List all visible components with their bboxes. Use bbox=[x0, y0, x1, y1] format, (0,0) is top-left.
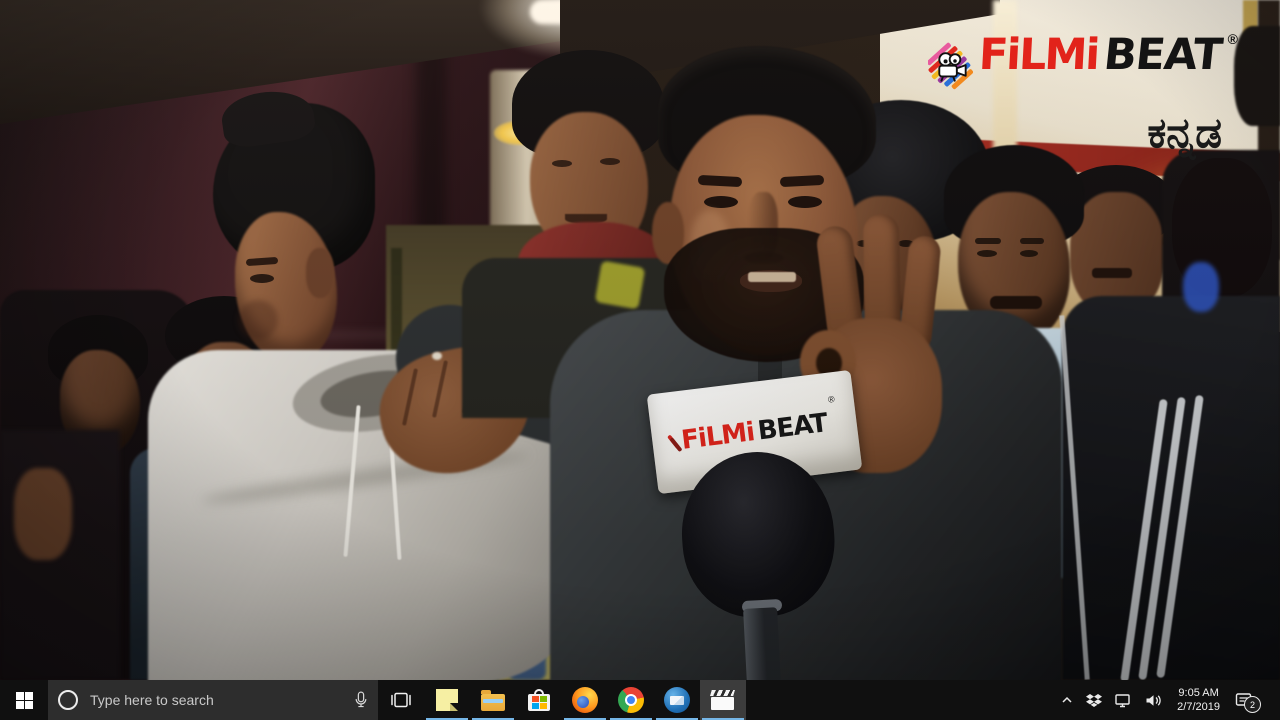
sticky-notes-icon bbox=[436, 689, 458, 711]
movies-tv-icon bbox=[710, 690, 735, 712]
microphone-icon[interactable] bbox=[354, 691, 368, 709]
cortana-icon bbox=[58, 690, 78, 710]
task-view-icon bbox=[391, 692, 411, 708]
firefox-button[interactable] bbox=[562, 680, 608, 720]
windows-logo-icon bbox=[15, 691, 33, 709]
taskbar-clock[interactable]: 9:05 AM 2/7/2019 bbox=[1173, 686, 1224, 715]
dropbox-icon[interactable] bbox=[1084, 691, 1104, 710]
taskbar-search-box[interactable] bbox=[48, 680, 378, 720]
microsoft-store-button[interactable] bbox=[516, 680, 562, 720]
thunderbird-button[interactable] bbox=[654, 680, 700, 720]
microsoft-store-icon bbox=[528, 689, 550, 711]
volume-icon[interactable] bbox=[1143, 691, 1164, 710]
notification-badge: 2 bbox=[1244, 696, 1261, 713]
watermark-brand-red: FiLMi bbox=[977, 30, 1100, 80]
video-player[interactable]: FiLMi BEAT ® ಕನ್ನಡ bbox=[0, 0, 1280, 680]
start-button[interactable] bbox=[0, 680, 48, 720]
file-explorer-button[interactable] bbox=[470, 680, 516, 720]
taskbar-app-buttons bbox=[378, 680, 746, 720]
clapperboard-top bbox=[710, 690, 735, 696]
clapperboard-body bbox=[711, 697, 734, 710]
task-view-button[interactable] bbox=[378, 680, 424, 720]
hidden-icons-chevron[interactable] bbox=[1059, 694, 1075, 706]
filmibeat-camera-icon bbox=[928, 42, 974, 90]
movies-tv-button[interactable] bbox=[700, 680, 746, 720]
windows-taskbar: 9:05 AM 2/7/2019 2 bbox=[0, 680, 1280, 720]
network-icon[interactable] bbox=[1113, 691, 1134, 710]
file-explorer-icon bbox=[481, 689, 505, 711]
search-input[interactable] bbox=[88, 691, 344, 709]
chrome-icon bbox=[618, 687, 644, 713]
thunderbird-icon bbox=[664, 687, 690, 713]
sticky-notes-button[interactable] bbox=[424, 680, 470, 720]
filmibeat-watermark: FiLMi BEAT ® ಕನ್ನಡ bbox=[928, 30, 1238, 157]
action-center-button[interactable]: 2 bbox=[1233, 690, 1261, 713]
clock-time: 9:05 AM bbox=[1178, 686, 1219, 699]
desktop-screen: FiLMi BEAT ® ಕನ್ನಡ Type here to search 9… bbox=[0, 0, 1280, 720]
chrome-button[interactable] bbox=[608, 680, 654, 720]
watermark-kannada-text: ಕನ್ನಡ bbox=[1147, 108, 1222, 157]
firefox-icon bbox=[572, 687, 598, 713]
watermark-brand-black: BEAT bbox=[1101, 30, 1225, 80]
clock-date: 2/7/2019 bbox=[1177, 701, 1220, 713]
watermark-registered-mark: ® bbox=[1227, 31, 1238, 47]
system-tray: 9:05 AM 2/7/2019 2 bbox=[1059, 680, 1280, 720]
